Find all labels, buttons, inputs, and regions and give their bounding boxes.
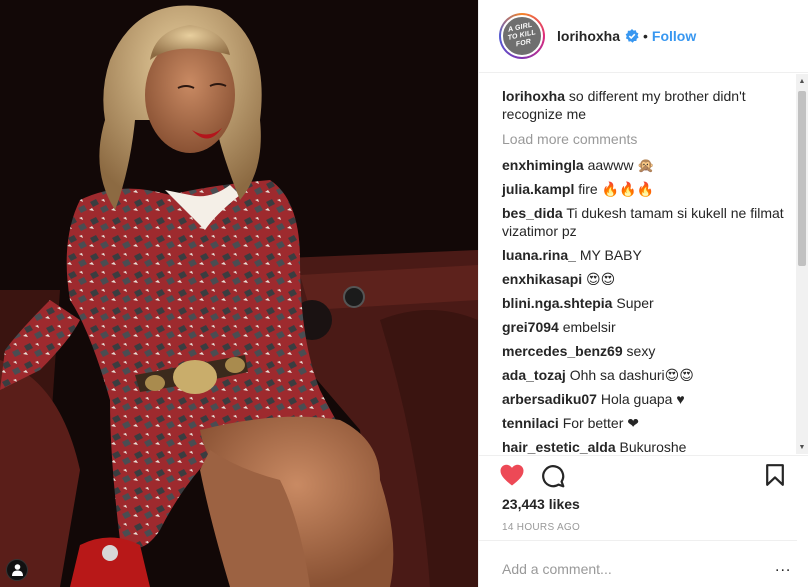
comment-item: enxhimingla aawww 🙊 [502,156,787,174]
comment-item: julia.kampl fire 🔥🔥🔥 [502,180,787,198]
comment-item: tennilaci For better ❤ [502,414,787,432]
comment-item: mercedes_benz69 sexy [502,342,787,360]
comment-text: embelsir [562,319,616,335]
caption: lorihoxha so different my brother didn't… [502,87,787,123]
comment-username[interactable]: grei7094 [502,319,559,335]
comment-text: Super [616,295,654,311]
comment-username[interactable]: mercedes_benz69 [502,343,623,359]
comments-scrollbar[interactable]: ▲ ▼ [796,74,808,454]
load-more-comments-button[interactable]: Load more comments [502,130,787,148]
avatar[interactable]: A GIRL TO KILL FOR [499,13,545,59]
bookmark-icon [766,464,784,486]
post-photo[interactable] [0,0,478,587]
scroll-up-arrow-icon[interactable]: ▲ [796,74,808,88]
save-button[interactable] [766,464,784,491]
comment-text: For better ❤ [562,415,639,431]
post-viewer: A GIRL TO KILL FOR lorihoxha • Follow lo… [0,0,808,587]
post-header: A GIRL TO KILL FOR lorihoxha • Follow [479,0,808,73]
comment-text: MY BABY [579,247,642,263]
comment-username[interactable]: enxhikasapi [502,271,582,287]
comment-text: Bukuroshe [619,439,687,454]
comment-text: sexy [626,343,656,359]
more-options-button[interactable]: ... [775,558,791,576]
comment-text: 😍😍 [586,271,616,287]
follow-button[interactable]: Follow [652,28,696,44]
comment-item: arbersadiku07 Hola guapa ♥ [502,390,787,408]
comment-username[interactable]: bes_dida [502,205,563,221]
like-button[interactable] [500,464,524,491]
comment-username[interactable]: ada_tozaj [502,367,566,383]
comment-button[interactable] [541,464,565,493]
user-tag-button[interactable] [6,559,28,581]
comment-bubble-icon [542,465,565,488]
comment-username[interactable]: blini.nga.shtepia [502,295,612,311]
comment-username[interactable]: enxhimingla [502,157,584,173]
comment-item: ada_tozaj Ohh sa dashuri😍😍 [502,366,787,384]
photo-image [0,0,478,587]
comment-text: Hola guapa ♥ [600,391,685,407]
comment-username[interactable]: tennilaci [502,415,559,431]
comment-username[interactable]: luana.rina_ [502,247,576,263]
comment-text: aawww 🙊 [587,157,655,173]
separator-dot: • [643,28,648,44]
heart-filled-icon [500,464,524,486]
post-sidebar: A GIRL TO KILL FOR lorihoxha • Follow lo… [478,0,808,587]
comment-username[interactable]: hair_estetic_alda [502,439,616,454]
caption-username[interactable]: lorihoxha [502,88,565,104]
comment-text: Ohh sa dashuri😍😍 [569,367,694,383]
add-comment-input[interactable] [502,561,742,577]
comment-item: hair_estetic_alda Bukuroshe [502,438,787,454]
comment-item: grei7094 embelsir [502,318,787,336]
comment-username[interactable]: julia.kampl [502,181,574,197]
avatar-image: A GIRL TO KILL FOR [501,15,543,57]
avatar-text: A GIRL TO KILL FOR [507,21,537,49]
comment-item: luana.rina_ MY BABY [502,246,787,264]
action-bar [479,455,808,495]
comment-item: enxhikasapi 😍😍 [502,270,787,288]
comment-item: bes_dida Ti dukesh tamam si kukell ne fi… [502,204,787,240]
scroll-down-arrow-icon[interactable]: ▼ [796,440,808,454]
comment-item: blini.nga.shtepia Super [502,294,787,312]
comment-username[interactable]: arbersadiku07 [502,391,597,407]
comment-text: fire 🔥🔥🔥 [578,181,654,197]
verified-badge-icon [625,29,639,43]
user-tag-icon [11,564,23,576]
likes-count[interactable]: 23,443 likes [502,496,580,512]
comments-list[interactable]: lorihoxha so different my brother didn't… [479,74,797,454]
username-link[interactable]: lorihoxha [557,28,620,44]
post-timestamp[interactable]: 14 HOURS AGO [502,522,580,533]
add-comment-section [479,540,797,587]
scrollbar-thumb[interactable] [798,91,806,266]
